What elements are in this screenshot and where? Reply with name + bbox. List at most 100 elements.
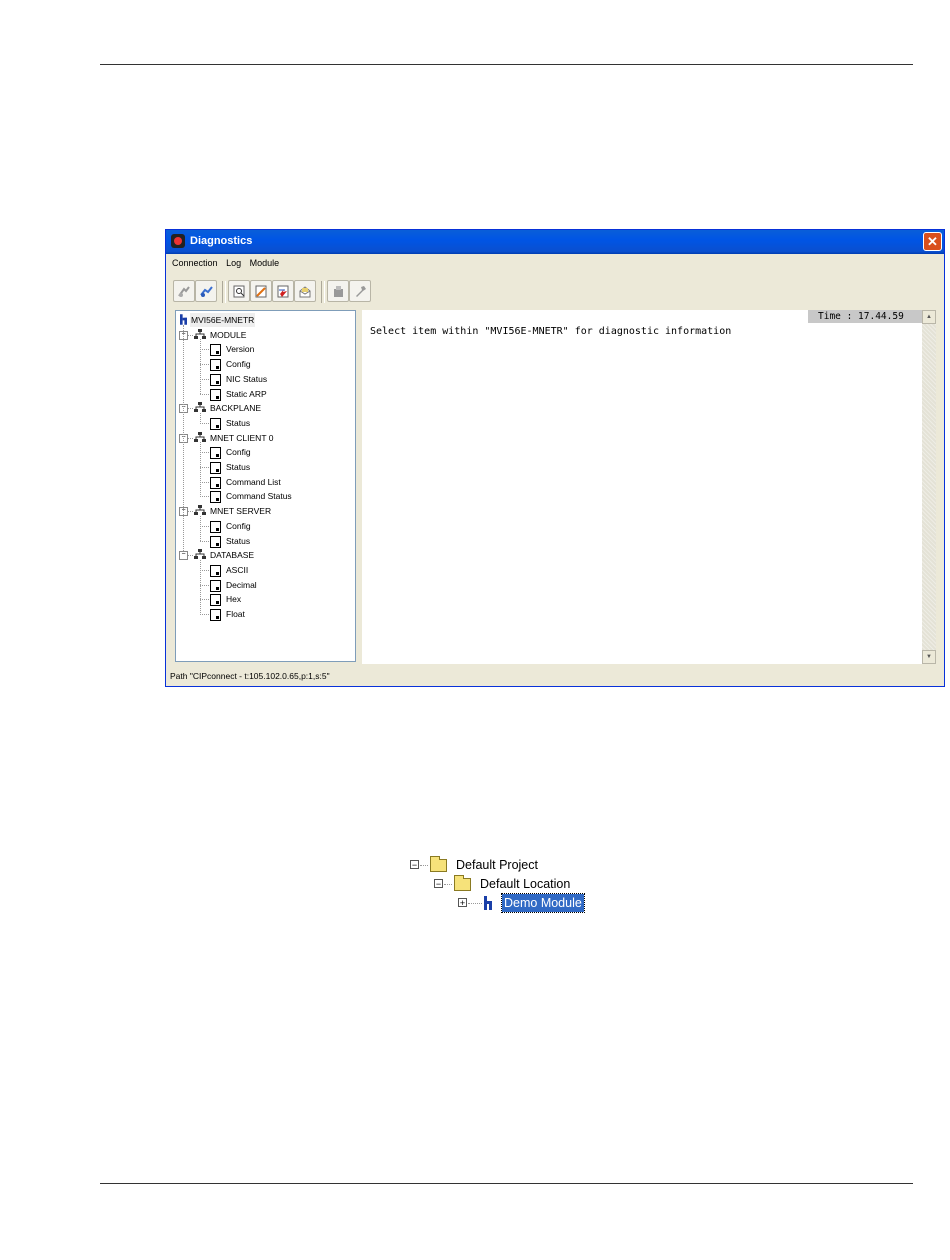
close-button[interactable]: ✕: [923, 232, 942, 251]
tree-item-label[interactable]: Version: [226, 342, 254, 356]
document-icon: [210, 359, 221, 372]
document-icon: [210, 535, 221, 548]
tool-icon: [356, 286, 366, 297]
module-icon: [180, 314, 187, 325]
tree-connector: [200, 481, 209, 483]
menu-log[interactable]: Log: [226, 258, 241, 268]
module-label: Demo Module: [501, 893, 585, 913]
tree-connector: [420, 865, 428, 866]
collapse-icon[interactable]: −: [410, 860, 419, 870]
find-button[interactable]: [228, 280, 250, 302]
tree-connector: [200, 525, 209, 527]
tree-connector: [200, 378, 209, 380]
tree-group-label[interactable]: BACKPLANE: [210, 401, 261, 415]
connect-icon: [200, 286, 213, 297]
email-icon: [299, 286, 311, 298]
tree-item-label[interactable]: Config: [226, 519, 251, 533]
collapse-icon[interactable]: −: [179, 551, 188, 561]
tree-item-label[interactable]: Status: [226, 416, 250, 430]
tree-item-label[interactable]: ASCII: [226, 563, 248, 577]
tree-connector: [200, 349, 209, 351]
tree-connector: [200, 559, 201, 615]
tree-connector: [200, 452, 209, 454]
document-icon: [210, 388, 221, 401]
network-icon: [194, 549, 206, 560]
location-folder-icon: [454, 875, 471, 891]
diagnostic-output: Select item within "MVI56E-MNETR" for di…: [362, 310, 936, 664]
tree-connector: [200, 364, 209, 366]
tree-connector: [200, 442, 201, 498]
network-icon: [194, 431, 206, 442]
menu-connection[interactable]: Connection: [172, 258, 218, 268]
document-icon: [210, 462, 221, 474]
tree-group-label[interactable]: DATABASE: [210, 548, 254, 562]
tree-connector: [188, 408, 193, 410]
find-icon: [233, 285, 245, 298]
tree-item-label[interactable]: Command Status: [226, 489, 292, 503]
scroll-down-button[interactable]: ▼: [922, 650, 936, 664]
title-bar[interactable]: Diagnostics ✕: [166, 230, 944, 254]
tree-item-label[interactable]: Status: [226, 534, 250, 548]
tree-item-label[interactable]: Command List: [226, 475, 281, 489]
module-icon: [484, 896, 492, 910]
connect-button[interactable]: [195, 280, 217, 302]
tree-item-label[interactable]: Float: [226, 607, 245, 621]
module-button[interactable]: [327, 280, 349, 302]
diagnostics-tree[interactable]: MVI56E-MNETR − MODULE Version Config NIC Stat…: [175, 310, 356, 662]
window-title: Diagnostics: [190, 235, 253, 247]
tool-button[interactable]: [349, 280, 371, 302]
document-icon: [210, 564, 221, 577]
tree-connector: [200, 422, 209, 424]
tree-item-label[interactable]: Hex: [226, 592, 241, 606]
tree-item-label[interactable]: Config: [226, 445, 251, 459]
tree-connector: [183, 324, 184, 552]
toolbar-separator: [222, 281, 226, 303]
time-display: Time : 17.44.59: [808, 310, 922, 323]
menu-module[interactable]: Module: [250, 258, 280, 268]
tree-connector: [200, 467, 209, 468]
document-icon: [210, 579, 221, 592]
tree-connector: [200, 393, 209, 395]
tree-item-label[interactable]: Config: [226, 357, 251, 371]
capture-icon: [277, 285, 289, 298]
tree-connector: [200, 412, 201, 424]
location-label: Default Location: [480, 877, 571, 891]
expand-icon[interactable]: +: [458, 898, 467, 908]
disconnect-button[interactable]: [173, 280, 195, 302]
app-icon: [171, 234, 185, 248]
document-icon: [210, 520, 221, 533]
info-message: Select item within "MVI56E-MNETR" for di…: [370, 326, 732, 337]
email-button[interactable]: [294, 280, 316, 302]
tree-connector: [200, 599, 209, 601]
network-icon: [194, 328, 206, 339]
document-icon: [210, 447, 221, 460]
capture-button[interactable]: [272, 280, 294, 302]
diagnostics-window: Diagnostics ✕ Connection Log Module MVI5…: [165, 229, 945, 687]
tree-item-label[interactable]: Static ARP: [226, 387, 267, 401]
vertical-scrollbar[interactable]: ▲ ▼: [922, 310, 936, 664]
tree-item-label[interactable]: Decimal: [226, 578, 257, 592]
collapse-icon[interactable]: −: [434, 879, 443, 889]
tree-connector: [200, 515, 201, 542]
document-icon: [210, 344, 221, 357]
clear-log-button[interactable]: [250, 280, 272, 302]
document-icon: [210, 417, 221, 430]
status-bar: Path "CIPconnect - t:105.102.0.65,p:1,s:…: [170, 671, 330, 681]
tree-group-label[interactable]: MNET CLIENT 0: [210, 431, 273, 445]
header-rule: [100, 64, 913, 65]
document-icon: [210, 373, 221, 386]
tree-connector: [200, 584, 209, 586]
tree-group-label[interactable]: MNET SERVER: [210, 504, 271, 518]
project-tree: − Default Project − Default Location + D…: [410, 856, 610, 916]
scroll-up-button[interactable]: ▲: [922, 310, 936, 324]
clear-log-icon: [255, 285, 267, 298]
tree-item-label[interactable]: NIC Status: [226, 372, 267, 386]
toolbar-separator: [321, 281, 325, 303]
tree-connector: [188, 511, 193, 513]
tree-root-label[interactable]: MVI56E-MNETR: [190, 313, 256, 327]
tree-connector: [200, 614, 209, 615]
tree-group-label[interactable]: MODULE: [210, 328, 246, 342]
tree-item-label[interactable]: Status: [226, 460, 250, 474]
document-icon: [210, 476, 221, 489]
menu-bar: Connection Log Module: [166, 254, 944, 272]
